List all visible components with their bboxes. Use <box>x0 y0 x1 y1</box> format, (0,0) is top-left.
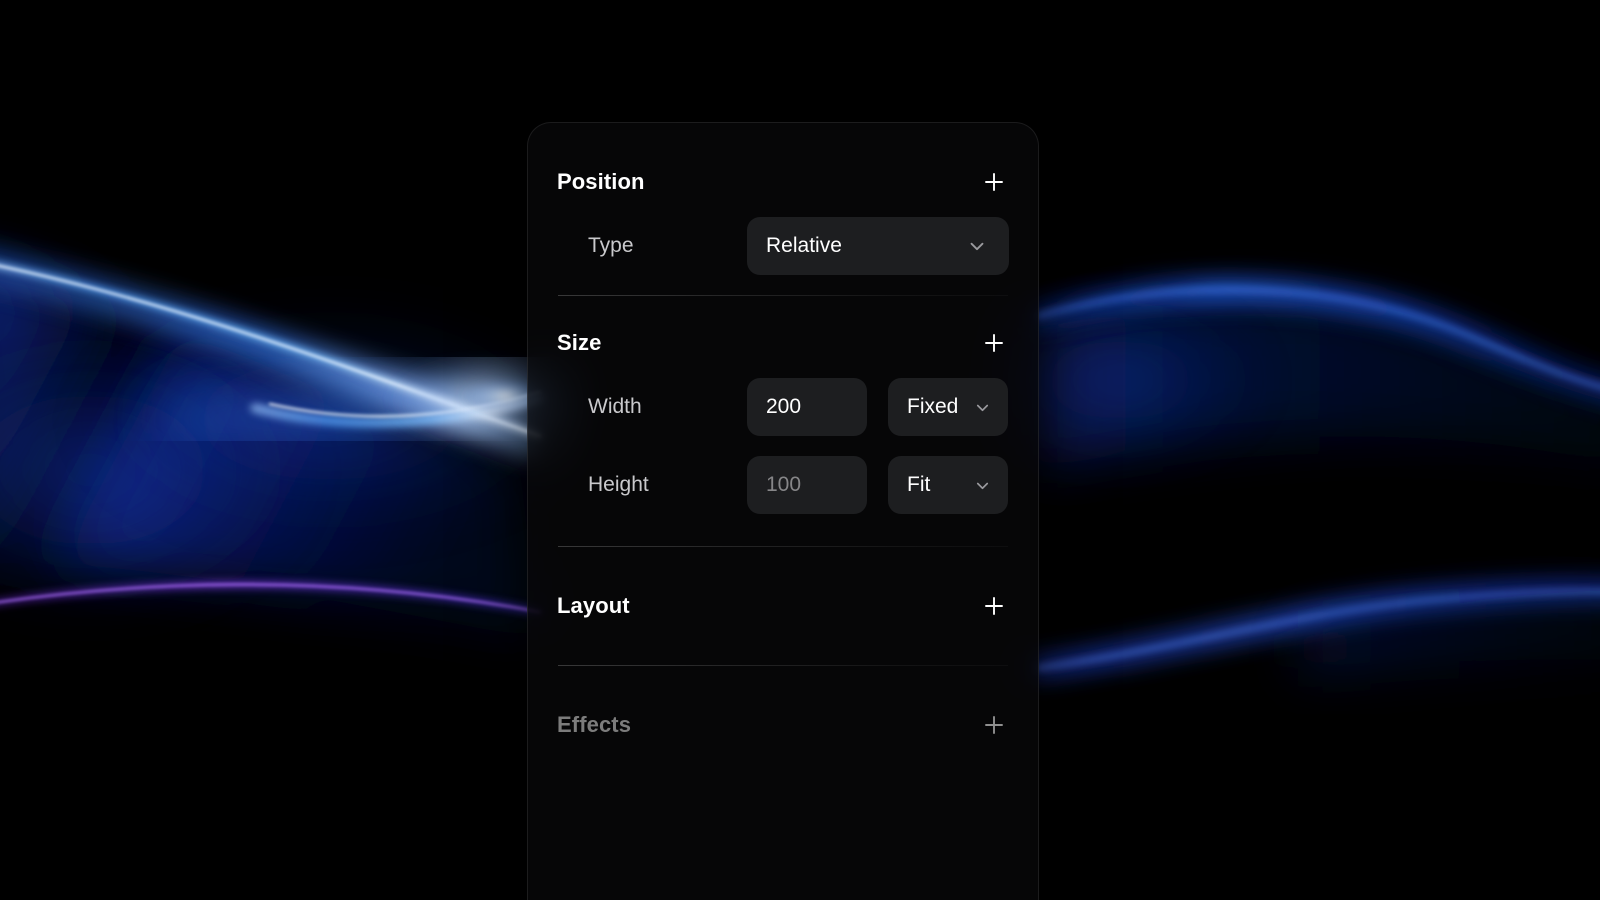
section-header-effects: Effects <box>557 700 1009 750</box>
add-size-button[interactable] <box>979 328 1009 358</box>
plus-icon <box>985 173 1003 191</box>
height-mode-select[interactable]: Fit <box>888 456 1008 514</box>
section-header-size: Size <box>557 318 1009 368</box>
screen: Position Type Relative Size Width 200 Fi… <box>0 0 1600 900</box>
controls-width: 200 Fixed <box>747 378 1008 436</box>
controls-type: Relative <box>747 217 1009 275</box>
height-input[interactable]: 100 <box>747 456 867 514</box>
controls-height: 100 Fit <box>747 456 1008 514</box>
plus-icon <box>985 597 1003 615</box>
height-mode-value: Fit <box>907 473 931 496</box>
section-header-layout: Layout <box>557 581 1009 631</box>
plus-icon <box>985 334 1003 352</box>
label-height: Height <box>588 473 649 496</box>
row-size-height: Height 100 Fit <box>557 446 1009 524</box>
width-mode-value: Fixed <box>907 395 959 418</box>
section-header-position: Position <box>557 157 1009 207</box>
add-layout-button[interactable] <box>979 591 1009 621</box>
panel-top-spacer <box>557 123 1009 157</box>
width-input[interactable]: 200 <box>747 378 867 436</box>
section-title-layout: Layout <box>557 593 630 618</box>
label-width: Width <box>588 395 642 418</box>
position-type-select[interactable]: Relative <box>747 217 1009 275</box>
chevron-down-icon <box>973 476 992 495</box>
section-title-size: Size <box>557 330 602 355</box>
add-effects-button[interactable] <box>979 710 1009 740</box>
width-mode-select[interactable]: Fixed <box>888 378 1008 436</box>
width-input-value: 200 <box>766 395 802 418</box>
properties-panel: Position Type Relative Size Width 200 Fi… <box>527 122 1039 900</box>
chevron-down-icon <box>966 235 988 257</box>
label-type: Type <box>588 234 634 257</box>
chevron-down-icon <box>973 398 992 417</box>
height-input-placeholder: 100 <box>766 473 802 496</box>
row-size-width: Width 200 Fixed <box>557 368 1009 446</box>
plus-icon <box>985 716 1003 734</box>
section-title-position: Position <box>557 169 645 194</box>
position-type-value: Relative <box>766 234 842 257</box>
row-position-type: Type Relative <box>557 207 1009 285</box>
add-position-button[interactable] <box>979 167 1009 197</box>
section-title-effects: Effects <box>557 712 632 737</box>
